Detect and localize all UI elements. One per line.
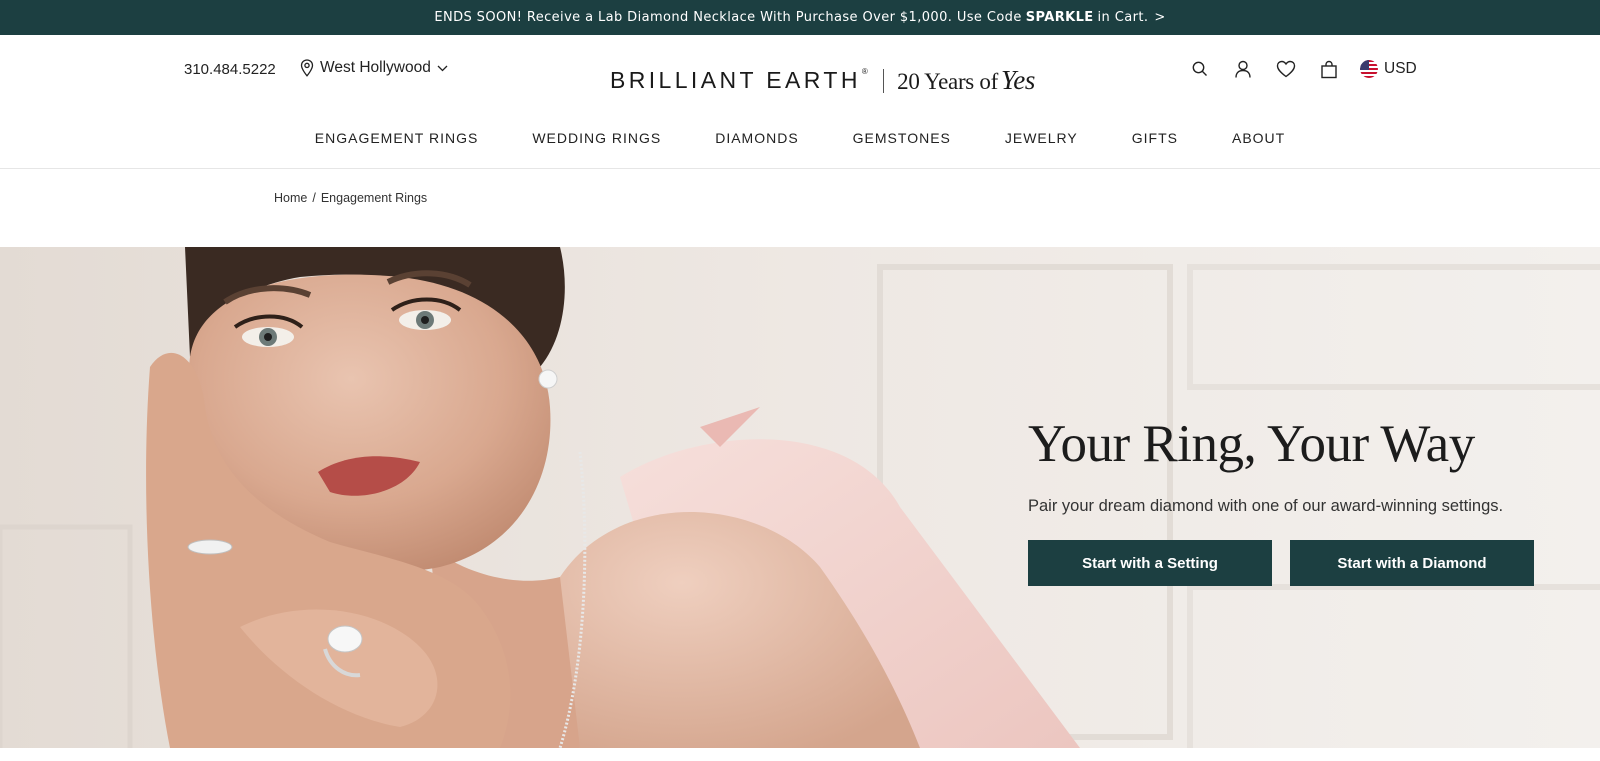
promo-text-end: in Cart. — [1097, 10, 1149, 25]
main-navigation: ENGAGEMENT RINGS WEDDING RINGS DIAMONDS … — [0, 130, 1600, 146]
breadcrumb: Home / Engagement Rings — [274, 191, 427, 205]
promo-code: SPARKLE — [1025, 10, 1094, 25]
promo-text: ENDS SOON! Receive a Lab Diamond Necklac… — [434, 10, 1022, 25]
breadcrumb-home[interactable]: Home — [274, 191, 307, 205]
nav-diamonds[interactable]: DIAMONDS — [715, 130, 798, 146]
nav-engagement-rings[interactable]: ENGAGEMENT RINGS — [315, 130, 479, 146]
store-location-selector[interactable]: West Hollywood — [300, 59, 448, 77]
location-label: West Hollywood — [320, 59, 431, 76]
breadcrumb-separator: / — [312, 191, 316, 205]
hero-banner: Your Ring, Your Way Pair your dream diam… — [0, 247, 1600, 748]
promo-arrow-icon[interactable]: > — [1154, 10, 1165, 25]
currency-label: USD — [1384, 60, 1417, 77]
search-icon[interactable] — [1188, 57, 1212, 81]
wishlist-heart-icon[interactable] — [1274, 57, 1298, 81]
nav-jewelry[interactable]: JEWELRY — [1005, 130, 1078, 146]
us-flag-icon — [1360, 60, 1378, 78]
hero-subtitle: Pair your dream diamond with one of our … — [1028, 497, 1504, 516]
nav-wedding-rings[interactable]: WEDDING RINGS — [532, 130, 661, 146]
logo-divider — [883, 68, 885, 93]
site-header: 310.484.5222 West Hollywood BRILLIANT EA… — [0, 35, 1600, 169]
brilliant-earth-logo[interactable]: BRILLIANT EARTH® 20 Years of Yes — [610, 65, 1035, 96]
hero-title: Your Ring, Your Way — [1028, 415, 1475, 473]
logo-brand: BRILLIANT EARTH® — [610, 67, 872, 93]
breadcrumb-current[interactable]: Engagement Rings — [321, 191, 427, 205]
start-with-setting-button[interactable]: Start with a Setting — [1028, 540, 1272, 587]
start-with-diamond-button[interactable]: Start with a Diamond — [1290, 540, 1534, 587]
nav-gemstones[interactable]: GEMSTONES — [853, 130, 951, 146]
account-icon[interactable] — [1231, 57, 1255, 81]
phone-number[interactable]: 310.484.5222 — [184, 61, 276, 78]
header-utilities: USD — [1188, 57, 1417, 81]
chevron-down-icon — [437, 64, 448, 72]
currency-selector[interactable]: USD — [1360, 60, 1417, 78]
logo-tagline: 20 Years of Yes — [897, 65, 1036, 95]
shopping-bag-icon[interactable] — [1317, 57, 1341, 81]
nav-gifts[interactable]: GIFTS — [1132, 130, 1178, 146]
hero-actions: Start with a Setting Start with a Diamon… — [1028, 540, 1548, 587]
hero-content: Your Ring, Your Way Pair your dream diam… — [1028, 415, 1548, 587]
promo-banner[interactable]: ENDS SOON! Receive a Lab Diamond Necklac… — [0, 0, 1600, 35]
location-pin-icon — [300, 59, 314, 77]
nav-about[interactable]: ABOUT — [1232, 130, 1285, 146]
